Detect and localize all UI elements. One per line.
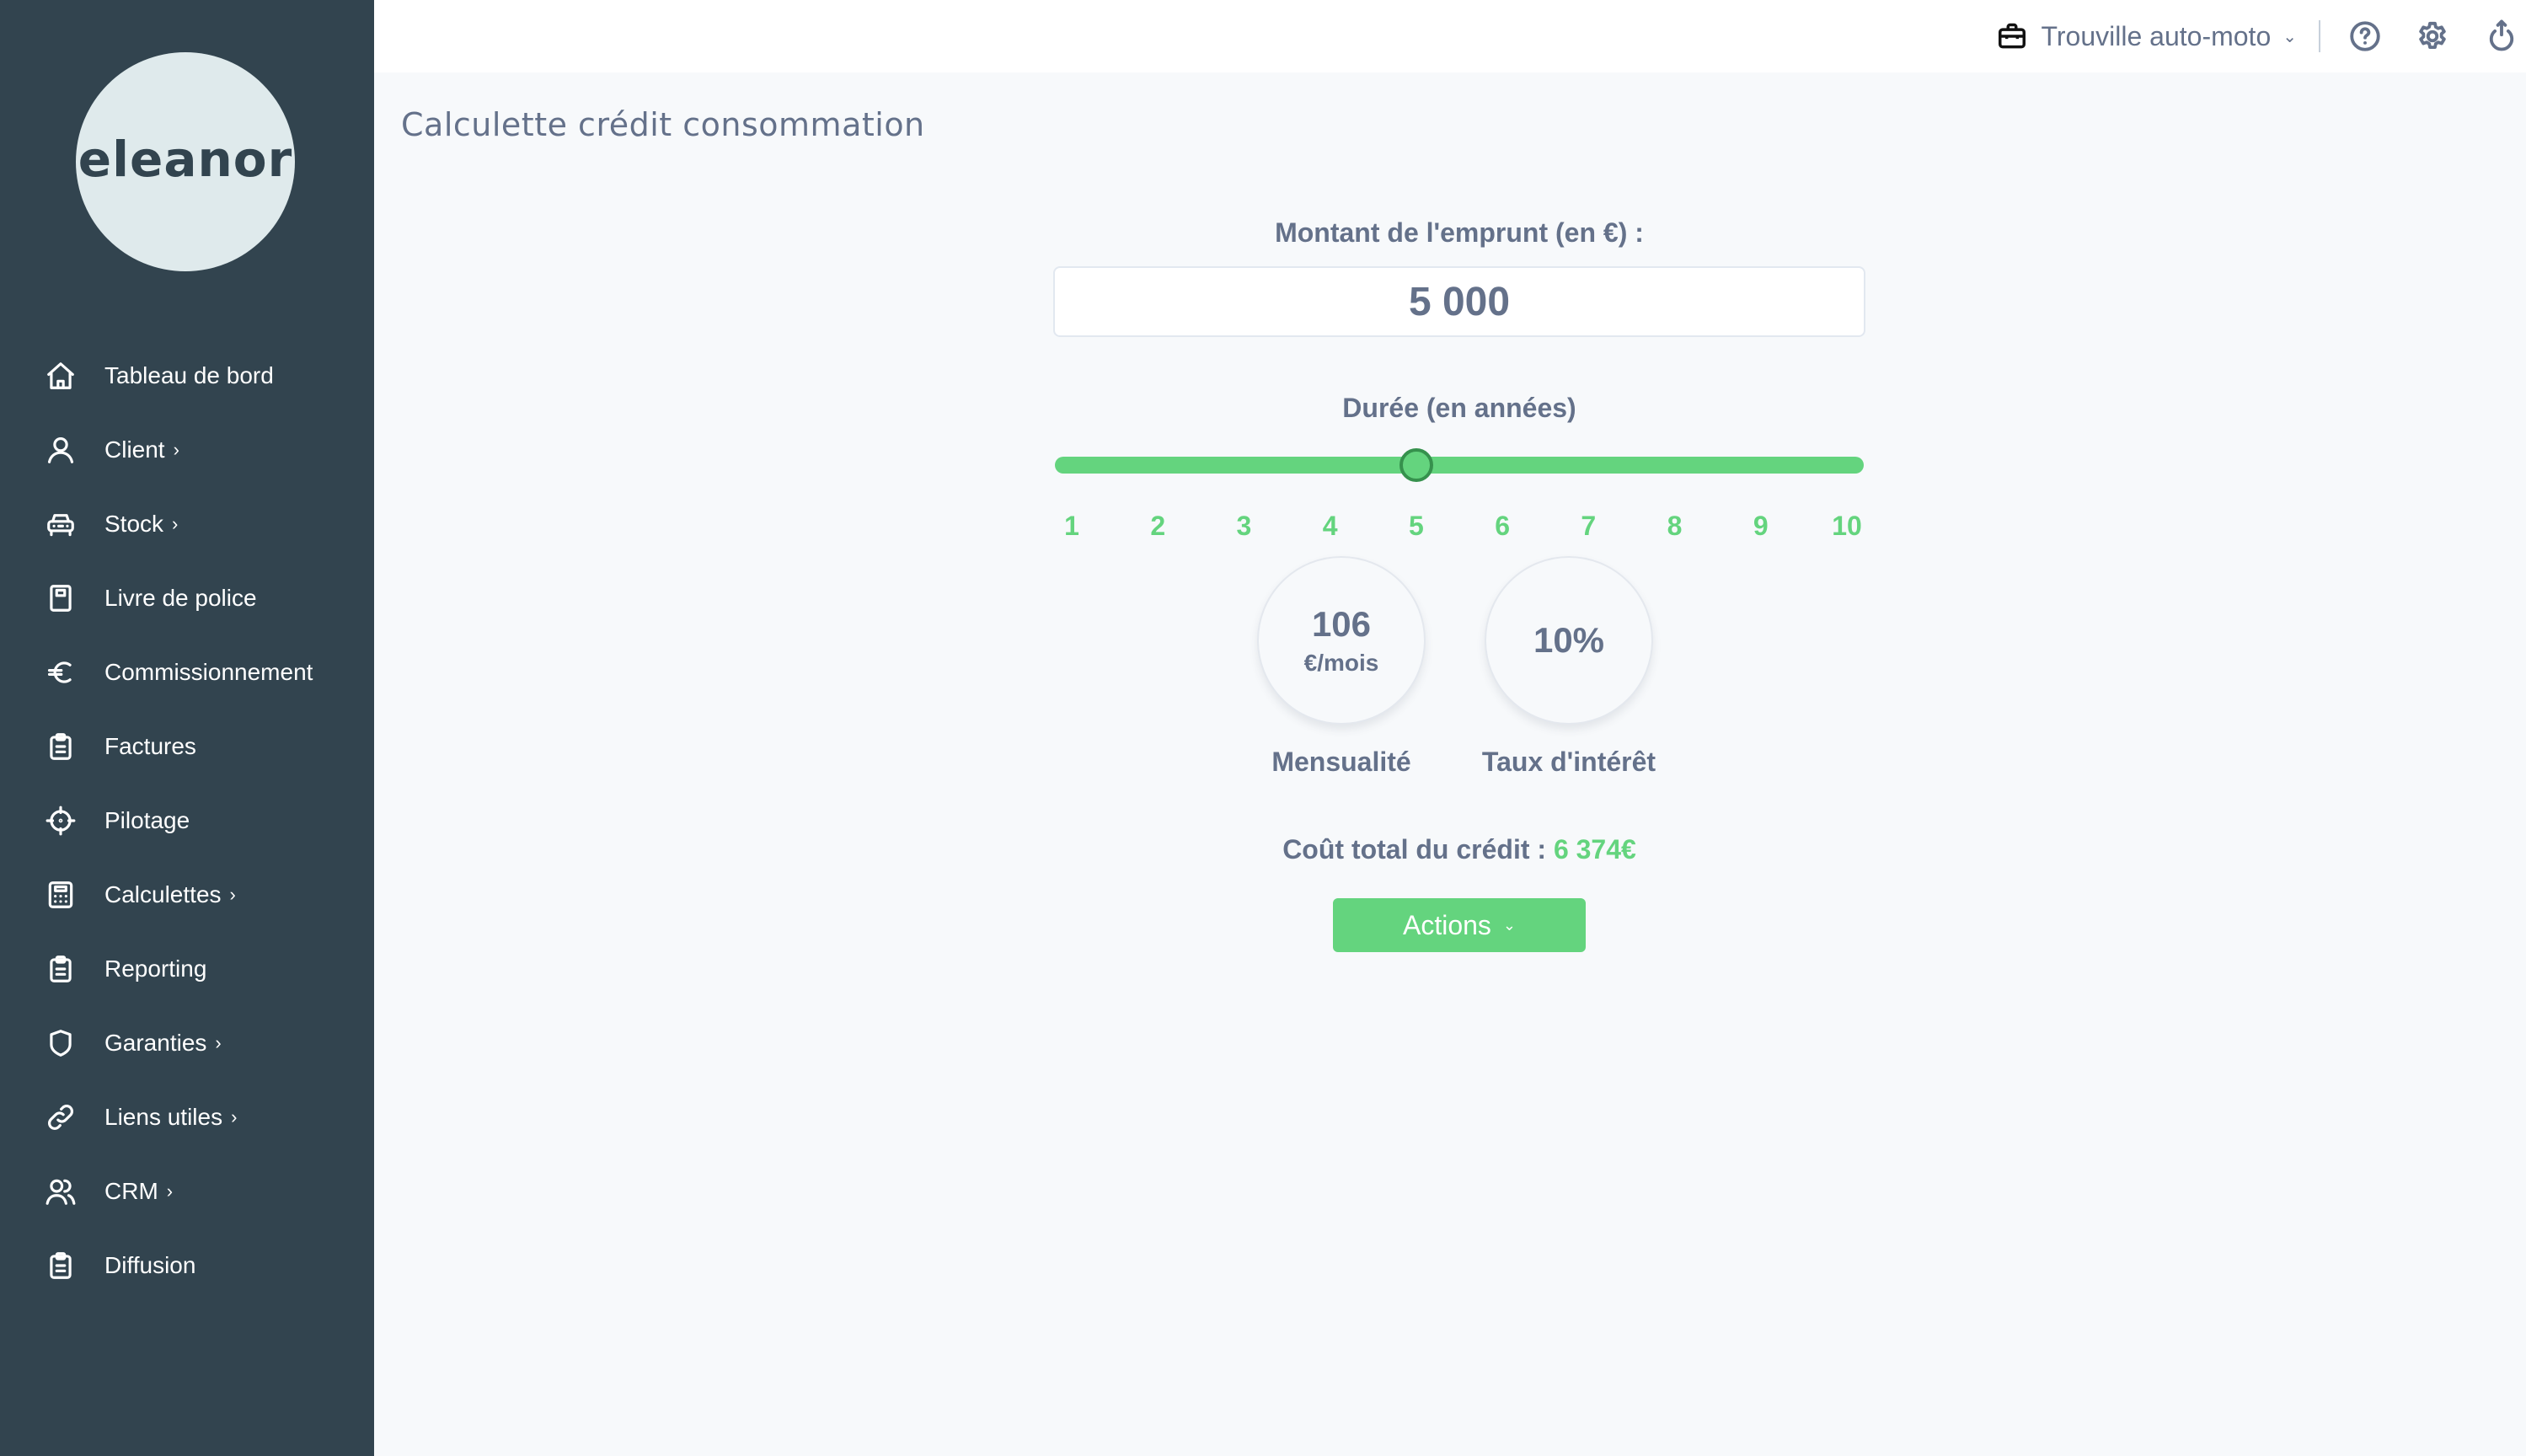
- clipboard-icon: [44, 952, 78, 986]
- sidebar-item-tableau-de-bord[interactable]: Tableau de bord: [0, 339, 374, 413]
- clipboard-icon: [44, 730, 78, 763]
- divider: [2319, 20, 2320, 52]
- calculator-icon: [44, 878, 78, 912]
- briefcase-icon: [1998, 23, 2026, 49]
- book-icon: [44, 581, 78, 615]
- page-title: Calculette crédit consommation: [401, 106, 925, 143]
- duration-tick[interactable]: 8: [1650, 511, 1700, 542]
- logout-icon: [2489, 19, 2514, 51]
- chevron-right-icon: ›: [166, 1180, 174, 1202]
- monthly-payment-value: 106: [1311, 604, 1372, 644]
- euro-icon: [44, 656, 78, 689]
- logo[interactable]: eleanor: [76, 52, 295, 271]
- duration-label: Durée (en années): [1342, 393, 1576, 423]
- chevron-right-icon: ›: [172, 513, 179, 534]
- chevron-right-icon: ›: [229, 884, 236, 905]
- chevron-right-icon: ›: [173, 439, 179, 460]
- interest-rate-value: 10%: [1533, 620, 1605, 660]
- duration-tick[interactable]: 5: [1391, 511, 1442, 542]
- duration-tick[interactable]: 7: [1563, 511, 1614, 542]
- crosshair-icon: [44, 804, 78, 838]
- duration-slider-thumb[interactable]: [1399, 448, 1433, 482]
- sidebar-item-label: Stock: [104, 511, 164, 537]
- interest-rate-label: Taux d'intérêt: [1481, 747, 1656, 777]
- sidebar-item-label: Liens utiles: [104, 1104, 223, 1130]
- help-icon: [2350, 21, 2380, 51]
- sidebar-item-factures[interactable]: Factures: [0, 709, 374, 784]
- settings-button[interactable]: [2415, 19, 2450, 54]
- sidebar-item-label: Pilotage: [104, 807, 190, 833]
- total-cost-label: Coût total du crédit :: [1282, 834, 1547, 864]
- duration-tick[interactable]: 10: [1822, 511, 1872, 542]
- clipboard-icon: [44, 1249, 78, 1282]
- chevron-right-icon: ›: [231, 1106, 238, 1127]
- sidebar-item-label: Calculettes: [104, 881, 222, 907]
- monthly-payment-unit: €/mois: [1303, 650, 1379, 676]
- monthly-payment-label: Mensualité: [1271, 747, 1411, 777]
- sidebar-item-garanties[interactable]: Garanties ›: [0, 1006, 374, 1080]
- sidebar-item-crm[interactable]: CRM ›: [0, 1154, 374, 1228]
- interest-rate-bubble: 10%: [1485, 556, 1653, 725]
- sidebar-item-label: Garanties: [104, 1030, 207, 1056]
- sidebar: eleanor Tableau de bord Client › Stock ›…: [0, 0, 374, 1456]
- sidebar-item-diffusion[interactable]: Diffusion: [0, 1228, 374, 1303]
- chevron-right-icon: ›: [215, 1032, 222, 1053]
- sidebar-item-commissionnement[interactable]: Commissionnement: [0, 635, 374, 709]
- logout-button[interactable]: [2484, 19, 2519, 54]
- sidebar-item-label: Factures: [104, 733, 196, 759]
- logo-text: eleanor: [78, 131, 293, 188]
- sidebar-item-label: CRM: [104, 1178, 158, 1204]
- duration-slider[interactable]: [1055, 457, 1864, 474]
- duration-tick[interactable]: 4: [1305, 511, 1356, 542]
- sidebar-item-client[interactable]: Client ›: [0, 413, 374, 487]
- duration-tick[interactable]: 3: [1218, 511, 1269, 542]
- sidebar-item-label: Diffusion: [104, 1252, 196, 1278]
- amount-label: Montant de l'emprunt (en €) :: [1275, 217, 1644, 248]
- duration-tick[interactable]: 6: [1477, 511, 1528, 542]
- sidebar-item-livre-de-police[interactable]: Livre de police: [0, 561, 374, 635]
- sidebar-item-stock[interactable]: Stock ›: [0, 487, 374, 561]
- total-cost-value: 6 374€: [1553, 834, 1636, 864]
- sidebar-item-label: Reporting: [104, 956, 207, 982]
- sidebar-item-label: Commissionnement: [104, 659, 313, 685]
- link-icon: [44, 1100, 78, 1134]
- actions-button[interactable]: Actions ⌄: [1333, 898, 1586, 952]
- sidebar-item-reporting[interactable]: Reporting: [0, 932, 374, 1006]
- total-cost: Coût total du crédit : 6 374€: [1053, 834, 1865, 865]
- sidebar-item-pilotage[interactable]: Pilotage: [0, 784, 374, 858]
- chevron-down-icon: ⌄: [1502, 916, 1517, 934]
- sidebar-nav: Tableau de bord Client › Stock › Livre d…: [0, 339, 374, 1303]
- agency-name: Trouville auto-moto: [2041, 20, 2272, 51]
- users-icon: [44, 1175, 78, 1208]
- help-button[interactable]: [2347, 19, 2383, 54]
- sidebar-item-calculettes[interactable]: Calculettes ›: [0, 858, 374, 932]
- credit-calculator: Montant de l'emprunt (en €) : Durée (en …: [1053, 0, 1865, 1456]
- shield-icon: [44, 1026, 78, 1060]
- settings-icon: [2419, 21, 2446, 50]
- sidebar-item-liens-utiles[interactable]: Liens utiles ›: [0, 1080, 374, 1154]
- duration-tick[interactable]: 2: [1132, 511, 1183, 542]
- amount-input[interactable]: [1053, 266, 1865, 337]
- sidebar-item-label: Client: [104, 436, 165, 463]
- actions-button-label: Actions: [1402, 909, 1491, 940]
- agency-selector[interactable]: Trouville auto-moto ⌄: [1996, 17, 2297, 56]
- user-icon: [44, 433, 78, 467]
- monthly-payment-bubble: 106 €/mois: [1257, 556, 1426, 725]
- duration-tick[interactable]: 1: [1046, 511, 1097, 542]
- sidebar-item-label: Livre de police: [104, 585, 257, 611]
- duration-tick[interactable]: 9: [1736, 511, 1786, 542]
- sidebar-item-label: Tableau de bord: [104, 362, 274, 388]
- car-icon: [44, 507, 78, 541]
- home-icon: [44, 359, 78, 393]
- chevron-down-icon: ⌄: [2282, 27, 2297, 46]
